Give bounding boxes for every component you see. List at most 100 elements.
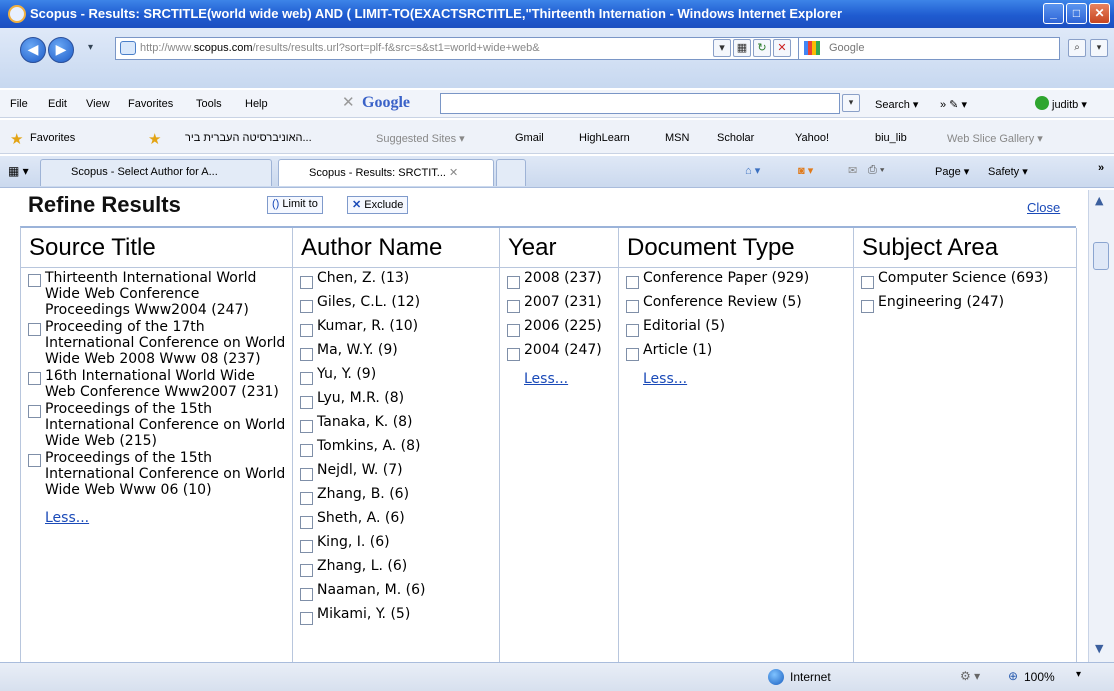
list-item[interactable]: King, I. (6): [297, 534, 495, 553]
back-button[interactable]: ◀: [20, 37, 46, 63]
quick-tabs-icon[interactable]: ▦ ▾: [8, 164, 29, 178]
list-item[interactable]: Proceeding of the 17th International Con…: [25, 319, 288, 367]
list-item[interactable]: Conference Paper (929): [623, 270, 849, 289]
checkbox[interactable]: [300, 420, 313, 433]
close-toolbar-icon[interactable]: ✕: [342, 93, 355, 111]
list-item[interactable]: Thirteenth International World Wide Web …: [25, 270, 288, 318]
menu-favorites[interactable]: Favorites: [128, 98, 173, 110]
checkbox[interactable]: [300, 324, 313, 337]
favorite-web-slice-gallery[interactable]: Web Slice Gallery ▾: [947, 132, 1043, 145]
checkbox[interactable]: [507, 348, 520, 361]
protected-mode-icon[interactable]: ⚙ ▾: [960, 669, 980, 683]
list-item[interactable]: Conference Review (5): [623, 294, 849, 313]
toolbar-search-button[interactable]: Search ▾: [875, 98, 918, 111]
add-favorite-icon[interactable]: ★: [148, 130, 161, 148]
list-item[interactable]: Zhang, B. (6): [297, 486, 495, 505]
new-tab-button[interactable]: [496, 159, 526, 186]
feeds-icon[interactable]: ◙ ▾: [798, 164, 813, 177]
close-tab-icon[interactable]: ✕: [449, 167, 458, 179]
favorite-gmail[interactable]: Gmail: [515, 132, 544, 144]
zoom-level[interactable]: 100%: [1024, 670, 1055, 684]
checkbox[interactable]: [28, 405, 41, 418]
checkbox[interactable]: [626, 348, 639, 361]
checkbox[interactable]: [507, 324, 520, 337]
checkbox[interactable]: [28, 323, 41, 336]
menu-edit[interactable]: Edit: [48, 98, 67, 110]
print-icon[interactable]: ⎙ ▾: [868, 164, 884, 177]
list-item[interactable]: Tanaka, K. (8): [297, 414, 495, 433]
checkbox[interactable]: [861, 300, 874, 313]
list-item[interactable]: Proceedings of the 15th International Co…: [25, 401, 288, 449]
checkbox[interactable]: [300, 612, 313, 625]
favorite-biu-lib[interactable]: biu_lib: [875, 132, 907, 144]
favorites-button[interactable]: Favorites: [30, 132, 75, 144]
compatibility-view-icon[interactable]: ▦: [733, 39, 751, 57]
more-tools-chevron-icon[interactable]: »: [1098, 162, 1104, 174]
scroll-up-icon[interactable]: ▲: [1095, 194, 1103, 207]
checkbox[interactable]: [626, 324, 639, 337]
minimize-button[interactable]: _: [1043, 3, 1064, 24]
google-search-field[interactable]: Google: [798, 37, 1060, 60]
favorite-yahoo[interactable]: Yahoo!: [795, 132, 829, 144]
forward-button[interactable]: ▶: [48, 37, 74, 63]
vertical-scrollbar[interactable]: ▲ ▼: [1088, 190, 1114, 662]
safety-menu[interactable]: Safety ▾: [988, 165, 1028, 178]
mail-icon[interactable]: ✉: [848, 164, 857, 177]
checkbox[interactable]: [626, 300, 639, 313]
list-item[interactable]: Tomkins, A. (8): [297, 438, 495, 457]
menu-help[interactable]: Help: [245, 98, 268, 110]
exclude-button[interactable]: ✕ Exclude: [347, 196, 409, 214]
checkbox[interactable]: [300, 564, 313, 577]
checkbox[interactable]: [300, 348, 313, 361]
favorite-scholar[interactable]: Scholar: [717, 132, 754, 144]
user-account-menu[interactable]: juditb ▾: [1052, 98, 1087, 111]
scroll-down-icon[interactable]: ▼: [1095, 642, 1103, 655]
favorite-msn[interactable]: MSN: [665, 132, 689, 144]
list-item[interactable]: Mikami, Y. (5): [297, 606, 495, 625]
scrollbar-thumb[interactable]: [1093, 242, 1109, 270]
checkbox[interactable]: [28, 274, 41, 287]
list-item[interactable]: Lyu, M.R. (8): [297, 390, 495, 409]
list-item[interactable]: Editorial (5): [623, 318, 849, 337]
list-item[interactable]: Naaman, M. (6): [297, 582, 495, 601]
google-toolbar-input[interactable]: [440, 93, 840, 114]
list-item[interactable]: Proceedings of the 15th International Co…: [25, 450, 288, 498]
toolbar-more-icon[interactable]: » ✎ ▾: [940, 98, 967, 111]
tab-scopus-results[interactable]: Scopus - Results: SRCTIT... ✕: [278, 159, 494, 186]
refresh-icon[interactable]: ↻: [753, 39, 771, 57]
checkbox[interactable]: [300, 516, 313, 529]
close-panel-link[interactable]: Close: [1027, 200, 1060, 215]
list-item[interactable]: 2007 (231): [504, 294, 614, 313]
list-item[interactable]: Sheth, A. (6): [297, 510, 495, 529]
checkbox[interactable]: [300, 588, 313, 601]
menu-tools[interactable]: Tools: [196, 98, 222, 110]
checkbox[interactable]: [300, 540, 313, 553]
menu-view[interactable]: View: [86, 98, 110, 110]
checkbox[interactable]: [300, 492, 313, 505]
list-item[interactable]: Engineering (247): [858, 294, 1072, 313]
list-item[interactable]: Ma, W.Y. (9): [297, 342, 495, 361]
list-item[interactable]: Yu, Y. (9): [297, 366, 495, 385]
checkbox[interactable]: [300, 372, 313, 385]
list-item[interactable]: Nejdl, W. (7): [297, 462, 495, 481]
list-item[interactable]: Article (1): [623, 342, 849, 361]
checkbox[interactable]: [861, 276, 874, 289]
checkbox[interactable]: [28, 372, 41, 385]
list-item[interactable]: Zhang, L. (6): [297, 558, 495, 577]
checkbox[interactable]: [300, 300, 313, 313]
list-item[interactable]: Computer Science (693): [858, 270, 1072, 289]
checkbox[interactable]: [300, 276, 313, 289]
home-icon[interactable]: ⌂ ▾: [745, 164, 760, 177]
list-item[interactable]: 2004 (247): [504, 342, 614, 361]
zoom-dropdown-icon[interactable]: ▾: [1076, 669, 1081, 680]
address-dropdown-button[interactable]: ▾: [713, 39, 731, 57]
close-window-button[interactable]: ✕: [1089, 3, 1110, 24]
checkbox[interactable]: [507, 300, 520, 313]
list-item[interactable]: 16th International World Wide Web Confer…: [25, 368, 288, 400]
search-go-icon[interactable]: ⌕: [1068, 39, 1086, 57]
list-item[interactable]: Giles, C.L. (12): [297, 294, 495, 313]
checkbox[interactable]: [300, 396, 313, 409]
maximize-button[interactable]: □: [1066, 3, 1087, 24]
favorite-hebrew-university[interactable]: האוניברסיטה העברית ביר...: [185, 132, 312, 144]
checkbox[interactable]: [28, 454, 41, 467]
